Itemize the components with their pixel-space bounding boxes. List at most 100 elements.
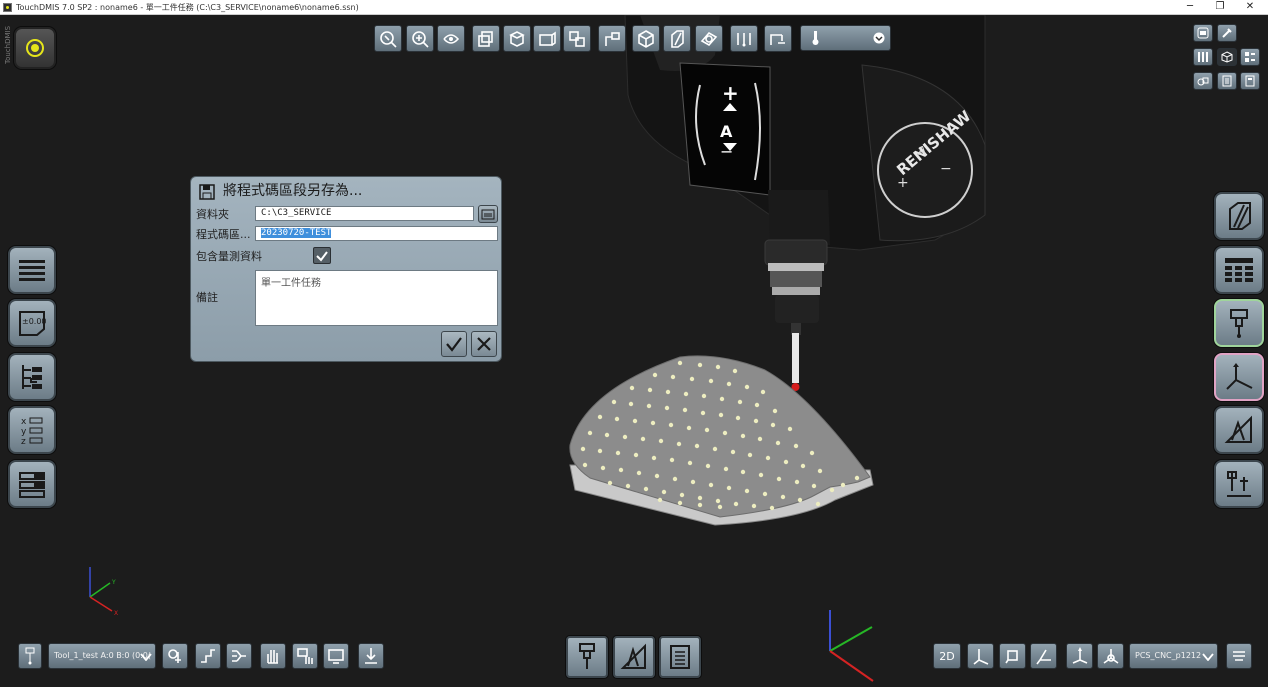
measurement-point [677, 500, 683, 506]
bottom-axis-5-button[interactable] [1097, 643, 1124, 669]
probe-button[interactable] [1214, 299, 1264, 347]
include-measurement-label: 包含量測資料 [196, 250, 262, 263]
toolbar-probe-move-button[interactable] [598, 25, 626, 52]
tolerance-button[interactable]: ±0.00 [8, 299, 56, 347]
bottom-axis-3-button[interactable] [1030, 643, 1057, 669]
toolbar-view-rotate-button[interactable] [437, 25, 465, 52]
close-button[interactable]: ✕ [1240, 0, 1260, 15]
report-icon [19, 472, 45, 498]
document-icon [670, 645, 690, 669]
toolbar-view-iso-button[interactable] [563, 25, 591, 52]
notes-field[interactable]: 單一工件任務 [255, 270, 498, 326]
bottom-move-hand-button[interactable] [292, 643, 318, 669]
toolbar-probe-calibrate-button[interactable] [730, 25, 758, 52]
cube-view-button[interactable] [1217, 48, 1237, 66]
bottom-path-multi-button[interactable] [226, 643, 252, 669]
restore-button[interactable]: ❐ [1210, 0, 1230, 15]
measurement-point [664, 405, 670, 411]
construct-button[interactable] [1214, 406, 1264, 454]
pcs-combo[interactable]: PCS_CNC_p1212 [1129, 643, 1218, 669]
mode-2d-button[interactable]: 2D [933, 643, 961, 669]
machine-view-button[interactable] [1193, 24, 1213, 42]
toolbar-zoom-fit-button[interactable] [374, 25, 402, 52]
calculator-button[interactable] [1240, 72, 1260, 90]
probe-select-button[interactable] [18, 643, 42, 669]
measurement-point [704, 427, 710, 433]
measurement-point [770, 422, 776, 428]
cancel-button[interactable] [471, 331, 497, 357]
view-side-icon [539, 31, 556, 46]
toolbar-clip-plane-button[interactable] [695, 25, 723, 52]
toolbar-view-front-button[interactable] [472, 25, 500, 52]
bottom-probe-down-button[interactable] [358, 643, 384, 669]
program-list-button[interactable] [8, 246, 56, 294]
columns-icon [1198, 52, 1208, 62]
table-button[interactable] [1214, 246, 1264, 294]
construct-tool-button[interactable] [613, 636, 655, 678]
toolbar-cnc-move-button[interactable] [764, 25, 792, 52]
minimize-button[interactable]: ─ [1180, 0, 1200, 15]
toolbar-view-side-button[interactable] [533, 25, 561, 52]
axis-triad-small: Y X [89, 567, 118, 617]
tools-button[interactable] [1217, 24, 1237, 42]
shapes-button[interactable] [1193, 72, 1213, 90]
tool-combo[interactable]: Tool_1_test A:0 B:0 (0.0( [48, 643, 156, 669]
surface-button[interactable] [1214, 192, 1264, 240]
bottom-screen-button[interactable] [323, 643, 349, 669]
bottom-axis-4-button[interactable] [1066, 643, 1093, 669]
bottom-hand-button[interactable] [260, 643, 286, 669]
report-tool-button[interactable] [659, 636, 701, 678]
document-button[interactable] [1217, 72, 1237, 90]
measurement-point [726, 485, 732, 491]
xyz-icon: xyz [21, 417, 43, 446]
folder-label: 資料夾 [196, 208, 229, 221]
measurement-point [800, 463, 806, 469]
toolbar-zoom-in-button[interactable] [406, 25, 434, 52]
layout-button[interactable] [1240, 48, 1260, 66]
report-button[interactable] [8, 460, 56, 508]
include-measurement-checkbox[interactable] [313, 247, 331, 264]
measurement-point [615, 450, 621, 456]
toolbar-view-3d-cube-button[interactable] [632, 25, 660, 52]
section-icon [671, 29, 684, 48]
measurement-point [809, 450, 815, 456]
probe-tool-button[interactable] [566, 636, 608, 678]
bottom-path-button[interactable] [195, 643, 221, 669]
measurement-point [597, 448, 603, 454]
pcs-combo-value: PCS_CNC_p1212 [1135, 651, 1202, 660]
measurement-point [647, 387, 653, 393]
measurement-point [723, 466, 729, 472]
toolbar-section-button[interactable] [663, 25, 691, 52]
tree-view-button[interactable] [8, 353, 56, 401]
compass-ruler-icon [1224, 415, 1252, 443]
folder-field[interactable]: C:\C3_SERVICE [255, 206, 474, 221]
bottom-axis-2-button[interactable] [999, 643, 1026, 669]
measurement-point [629, 385, 635, 391]
section-name-field[interactable]: 20230720-TEST [255, 226, 498, 241]
measurement-point [654, 473, 660, 479]
temperature-combo[interactable] [800, 25, 891, 51]
menu-button[interactable] [1226, 643, 1252, 669]
bottom-probe-settings-button[interactable] [162, 643, 188, 669]
settings-columns-button[interactable] [1193, 48, 1213, 66]
coordinates-button[interactable]: xyz [8, 406, 56, 454]
measurement-point [740, 433, 746, 439]
measurement-point [633, 452, 639, 458]
probe-icon [1230, 309, 1248, 338]
renishaw-mark-plus: + [897, 175, 909, 191]
measurement-point [701, 393, 707, 399]
bottom-axis-1-button[interactable] [967, 643, 994, 669]
axis-label-y: Y [111, 579, 116, 586]
ok-button[interactable] [441, 331, 467, 357]
alignment-button[interactable] [1214, 353, 1264, 401]
measurement-point [697, 502, 703, 508]
measurement-point [732, 368, 738, 374]
measure-button[interactable] [1214, 460, 1264, 508]
folder-icon [481, 209, 495, 220]
measurement-point [783, 459, 789, 465]
toolbar-view-top-button[interactable] [503, 25, 531, 52]
title-bar: TouchDMIS 7.0 SP2 : noname6 - 單一工件任務 (C:… [0, 0, 1268, 15]
floppy-disk-icon [199, 184, 215, 200]
browse-folder-button[interactable] [478, 205, 498, 223]
target-button[interactable] [14, 27, 56, 69]
